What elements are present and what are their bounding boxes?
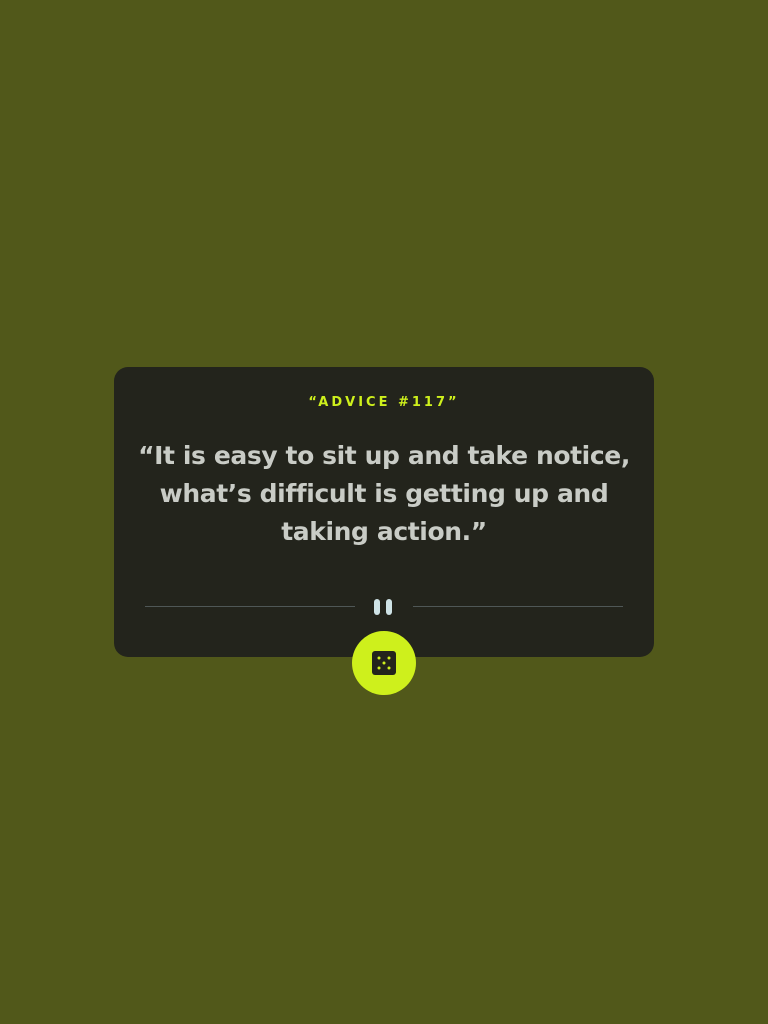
dice-icon (372, 651, 396, 675)
advice-card: “ADVICE #117” “It is easy to sit up and … (114, 367, 654, 657)
advice-quote: “It is easy to sit up and take notice, w… (138, 441, 630, 546)
pause-icon (372, 599, 396, 615)
advice-id-label: “ADVICE #117” (308, 395, 460, 410)
divider-line-left (145, 606, 355, 607)
generate-advice-button[interactable] (352, 631, 416, 695)
divider-line-right (413, 606, 623, 607)
pattern-divider (145, 598, 623, 616)
